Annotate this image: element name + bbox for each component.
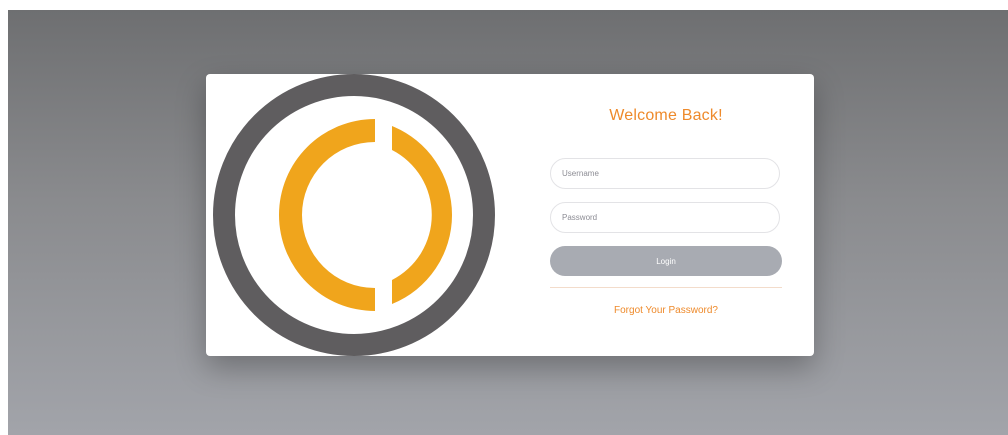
welcome-title: Welcome Back! [609, 107, 723, 124]
logo-right-arc [392, 126, 453, 304]
login-card: Welcome Back! Login Forgot Your Password… [206, 74, 814, 356]
logo-left-arc-shape [279, 119, 375, 311]
logo [212, 74, 496, 356]
login-form: Welcome Back! Login Forgot Your Password… [550, 74, 782, 356]
login-button[interactable]: Login [550, 246, 782, 276]
ring-logo-icon [213, 74, 495, 356]
page-background: Welcome Back! Login Forgot Your Password… [8, 10, 1008, 435]
forgot-password-link[interactable]: Forgot Your Password? [550, 305, 782, 316]
password-input[interactable] [550, 202, 780, 233]
divider [550, 287, 782, 288]
username-input[interactable] [550, 158, 780, 189]
